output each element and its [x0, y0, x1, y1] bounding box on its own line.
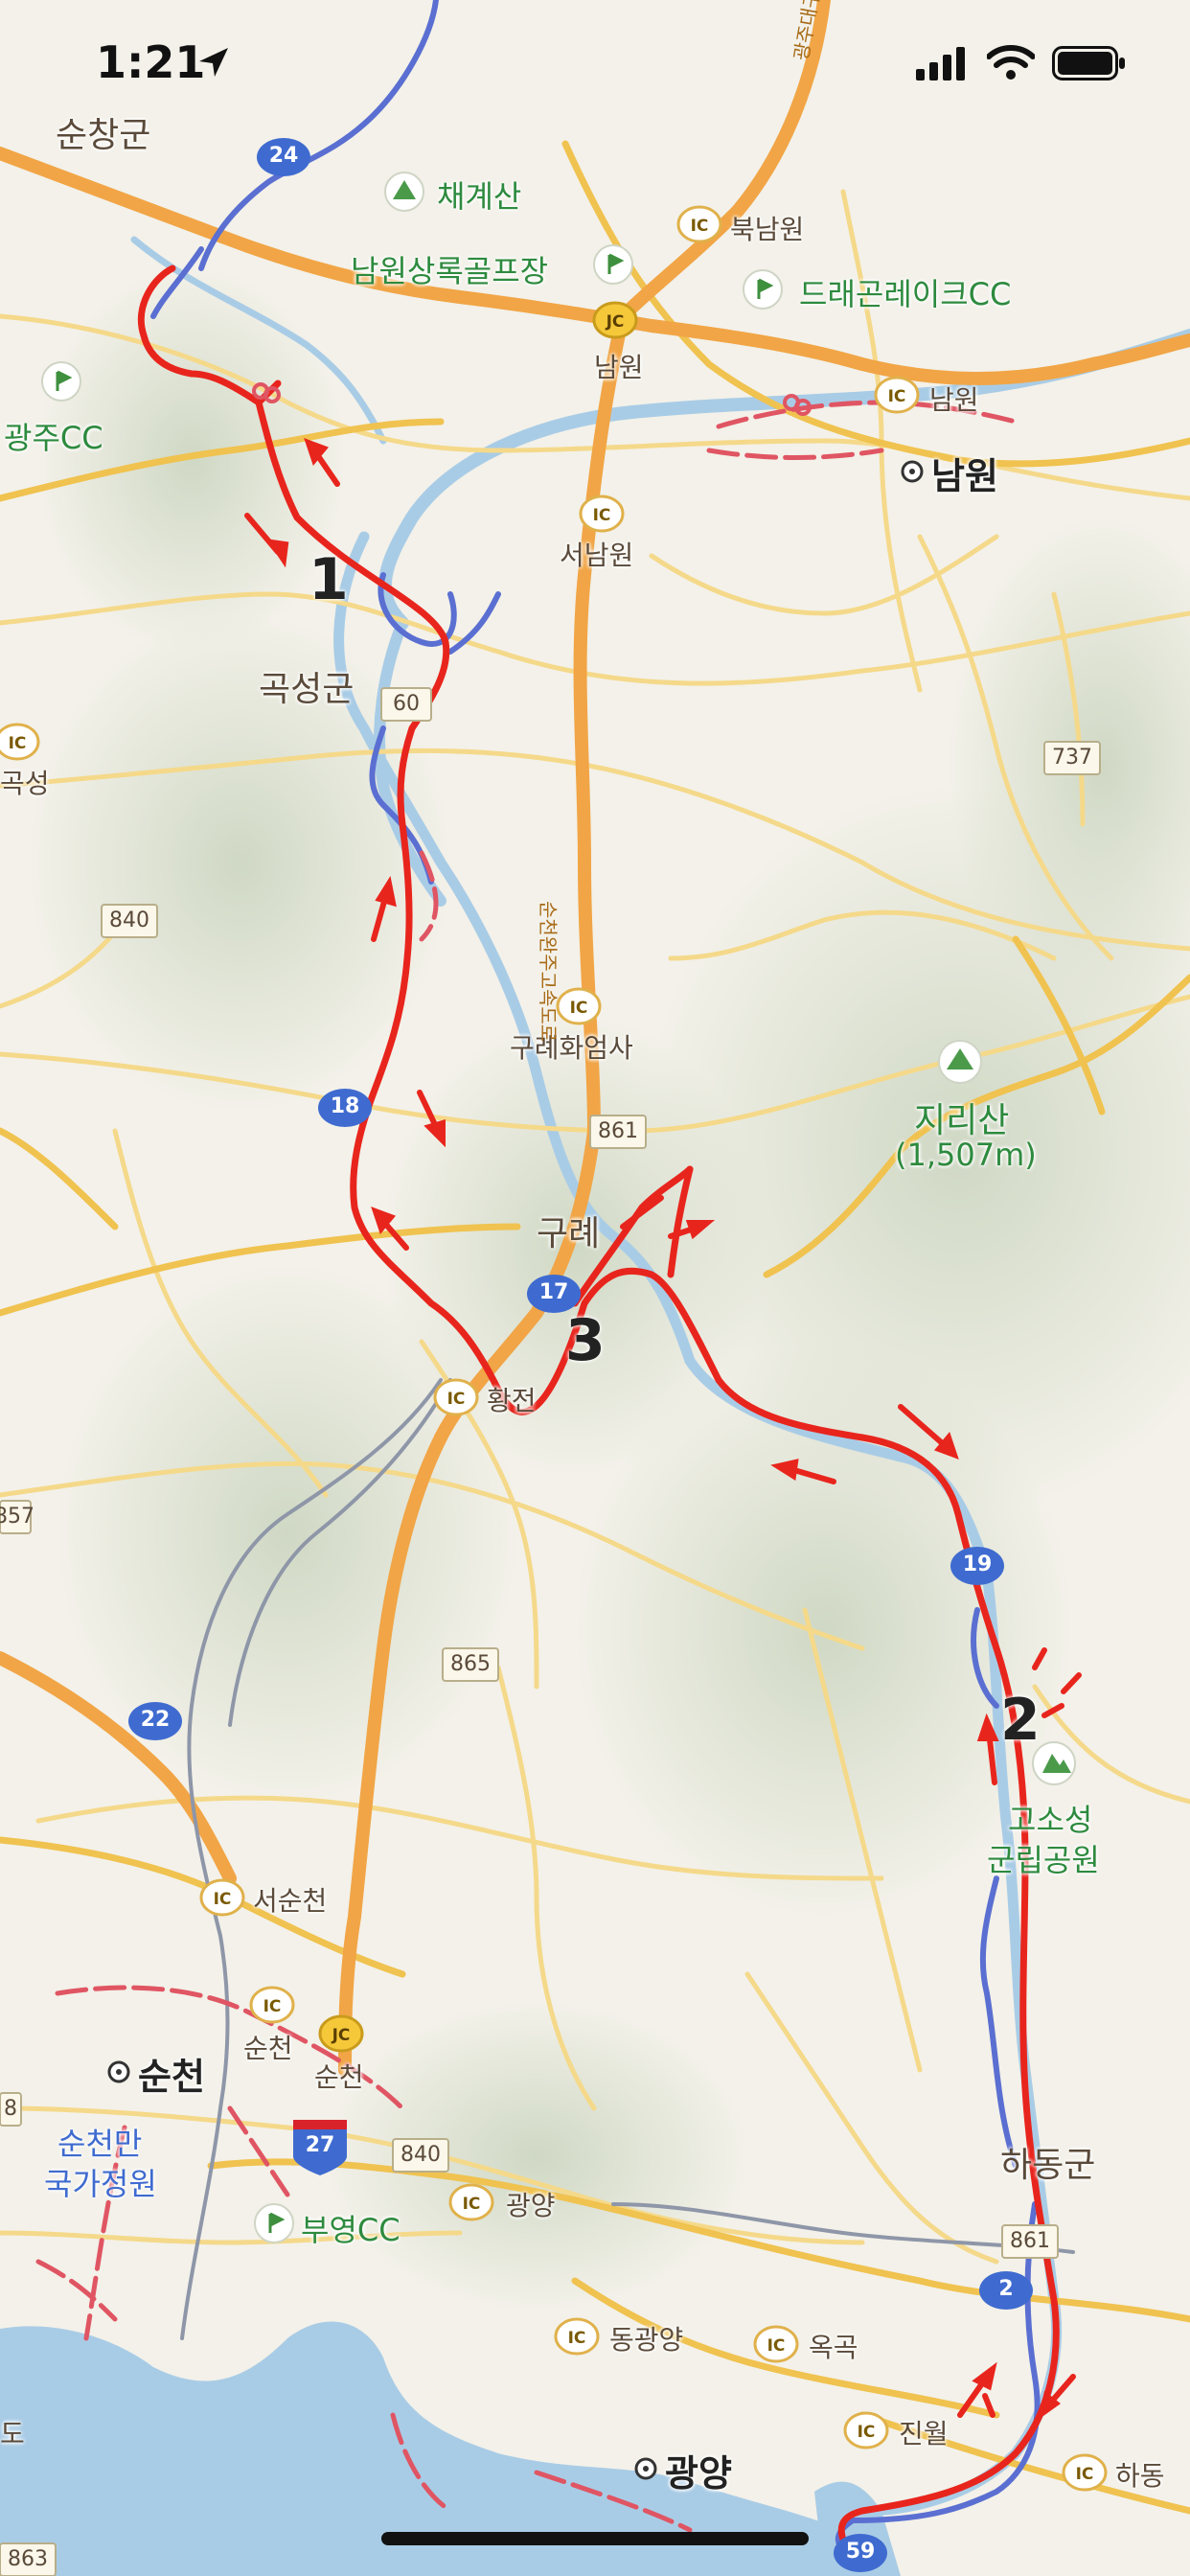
jc-badge: JC — [318, 2014, 364, 2053]
ic-badge: IC — [556, 987, 602, 1025]
ic-badge: IC — [874, 376, 920, 414]
ic-badge: IC — [843, 2411, 889, 2450]
map-canvas[interactable]: IC JC IC IC IC IC IC IC IC JC IC IC IC I… — [0, 0, 1190, 2576]
svg-text:IC: IC — [767, 2336, 786, 2356]
ic-badge: IC — [554, 2317, 600, 2356]
golf-icon[interactable] — [41, 361, 81, 402]
ic-badge: IC — [579, 494, 625, 533]
home-indicator[interactable] — [381, 2532, 809, 2545]
status-time: 1:21 — [96, 36, 206, 88]
golf-icon[interactable] — [254, 2203, 294, 2243]
svg-text:IC: IC — [463, 2195, 481, 2214]
svg-text:IC: IC — [570, 999, 588, 1018]
svg-text:IC: IC — [858, 2423, 876, 2442]
svg-text:IC: IC — [447, 1390, 466, 1409]
svg-text:IC: IC — [568, 2329, 586, 2348]
svg-text:IC: IC — [888, 387, 906, 406]
goso-mountain-icon[interactable] — [1032, 1741, 1076, 1785]
ic-badge: IC — [1062, 2453, 1108, 2492]
svg-text:IC: IC — [9, 734, 27, 753]
svg-text:IC: IC — [691, 217, 709, 236]
golf-icon[interactable] — [593, 244, 633, 285]
ic-badge: IC — [199, 1878, 245, 1917]
golf-icon[interactable] — [743, 269, 783, 310]
jirisan-mountain-icon[interactable] — [938, 1040, 982, 1084]
ic-badge: IC — [249, 1986, 295, 2024]
ic-badge: IC — [433, 1378, 479, 1416]
svg-text:JC: JC — [332, 2026, 351, 2045]
chaegyesan-mountain-icon[interactable] — [384, 172, 424, 212]
cellular-signal-icon — [916, 47, 965, 80]
svg-text:IC: IC — [263, 1997, 282, 2016]
ic-badge: IC — [753, 2325, 799, 2363]
svg-text:IC: IC — [1076, 2465, 1094, 2484]
status-bar: 1:21 — [0, 0, 1190, 134]
wifi-icon — [987, 45, 1035, 80]
svg-text:JC: JC — [606, 312, 625, 332]
ic-badge: IC — [0, 723, 40, 761]
jc-badge: JC — [592, 301, 638, 339]
ic-badge: IC — [676, 205, 722, 243]
battery-icon — [1052, 46, 1125, 80]
svg-text:IC: IC — [214, 1890, 232, 1909]
location-arrow-icon — [199, 48, 228, 77]
svg-text:IC: IC — [593, 506, 611, 525]
ic-badge: IC — [448, 2183, 494, 2221]
